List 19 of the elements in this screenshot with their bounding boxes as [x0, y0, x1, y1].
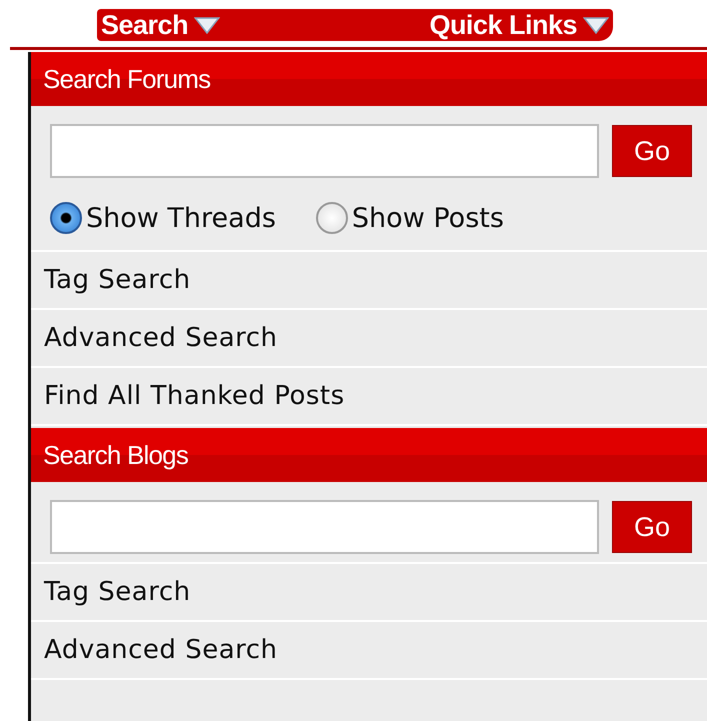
- radio-button[interactable]: [50, 202, 82, 234]
- menu-item[interactable]: Advanced Search: [31, 310, 707, 368]
- radio-button[interactable]: [316, 202, 348, 234]
- section-header: Search Forums: [31, 52, 707, 106]
- nav-menu-button[interactable]: Quick Links: [425, 10, 613, 40]
- menu-item[interactable]: Find All Thanked Posts: [31, 368, 707, 426]
- nav-menu-button[interactable]: Search: [97, 10, 224, 40]
- menu-item[interactable]: Tag Search: [31, 252, 707, 310]
- section-header: Search Blogs: [31, 428, 707, 482]
- go-button[interactable]: Go: [612, 501, 692, 553]
- search-field[interactable]: [50, 500, 599, 554]
- radio-option[interactable]: Show Threads: [50, 202, 276, 234]
- menu-item[interactable]: Advanced Search: [31, 622, 707, 680]
- dropdown-arrow-icon: [194, 16, 220, 34]
- menu-item[interactable]: Tag Search: [31, 564, 707, 622]
- radio-option[interactable]: Show Posts: [316, 202, 504, 234]
- go-button[interactable]: Go: [612, 125, 692, 177]
- search-field[interactable]: [50, 124, 599, 178]
- dropdown-arrow-icon: [583, 16, 609, 34]
